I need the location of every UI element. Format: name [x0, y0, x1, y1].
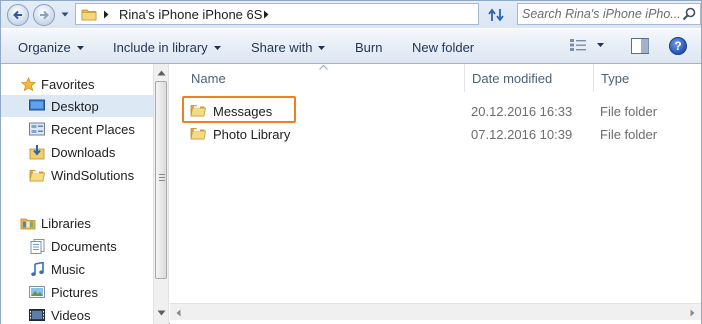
- sort-ascending-icon: [319, 65, 328, 70]
- command-bar: Organize Include in library Share with B…: [1, 28, 701, 64]
- nav-pane-scrollbar[interactable]: [153, 64, 169, 324]
- organize-button[interactable]: Organize: [18, 40, 84, 55]
- nav-item-documents[interactable]: Documents: [1, 235, 153, 257]
- back-arrow-icon: [13, 10, 22, 20]
- highlight-box: [182, 96, 296, 123]
- new-folder-button[interactable]: New folder: [412, 40, 474, 55]
- nav-item-label: Downloads: [51, 144, 116, 160]
- nav-item-music[interactable]: Music: [1, 258, 153, 280]
- column-header-label: Type: [601, 70, 630, 86]
- folder-icon: [29, 167, 45, 183]
- chevron-down-icon: [76, 45, 84, 50]
- documents-icon: [29, 238, 45, 254]
- folder-icon: [81, 7, 97, 21]
- explorer-window: Rina's iPhone iPhone 6S Search Rina's iP…: [0, 0, 702, 324]
- nav-item-pictures[interactable]: Pictures: [1, 281, 153, 303]
- file-list-horizontal-scrollbar[interactable]: [170, 303, 701, 320]
- refresh-icon: [488, 8, 504, 21]
- nav-item-label: WindSolutions: [51, 167, 135, 183]
- burn-button[interactable]: Burn: [355, 40, 382, 55]
- recent-places-icon: [29, 121, 45, 137]
- file-list-pane: Name Date modified Type Messages 20.12.2…: [170, 64, 701, 324]
- libraries-label: Libraries: [41, 215, 91, 231]
- include-in-library-label: Include in library: [113, 40, 208, 55]
- burn-label: Burn: [355, 40, 383, 55]
- scroll-left-icon[interactable]: [176, 309, 181, 317]
- column-header-name[interactable]: Name: [191, 64, 226, 92]
- include-in-library-button[interactable]: Include in library: [113, 40, 221, 55]
- downloads-icon: [29, 144, 45, 160]
- favorites-label: Favorites: [41, 76, 95, 92]
- scroll-down-icon[interactable]: [157, 310, 166, 316]
- libraries-icon: [20, 215, 36, 231]
- nav-item-recent-places[interactable]: Recent Places: [1, 118, 153, 140]
- recent-pages-dropdown-icon[interactable]: [59, 8, 71, 20]
- navigation-pane: Favorites Desktop Recent Places Download…: [1, 64, 153, 324]
- file-row-photo-library[interactable]: Photo Library 07.12.2016 10:39 File fold…: [170, 123, 701, 145]
- column-header-date-modified[interactable]: Date modified: [472, 64, 552, 92]
- search-icon[interactable]: [682, 7, 696, 21]
- chevron-right-icon[interactable]: [101, 9, 111, 20]
- desktop-icon: [29, 98, 45, 114]
- help-icon[interactable]: ?: [669, 37, 687, 55]
- change-view-button[interactable]: [569, 38, 604, 52]
- scroll-right-icon[interactable]: [690, 309, 695, 317]
- refresh-button[interactable]: [483, 4, 511, 25]
- organize-label: Organize: [18, 40, 71, 55]
- column-header-label: Date modified: [472, 70, 553, 86]
- back-button[interactable]: [7, 4, 29, 26]
- scrollbar-thumb[interactable]: [155, 81, 167, 279]
- scroll-up-icon[interactable]: [157, 70, 166, 76]
- nav-item-windsolutions[interactable]: WindSolutions: [1, 164, 153, 186]
- nav-item-label: Pictures: [51, 284, 98, 300]
- videos-icon: [29, 307, 45, 323]
- file-type: File folder: [600, 104, 658, 119]
- column-header-type[interactable]: Type: [601, 64, 629, 92]
- file-date-modified: 07.12.2016 10:39: [471, 127, 573, 142]
- nav-item-desktop[interactable]: Desktop: [1, 95, 153, 117]
- file-type: File folder: [600, 127, 658, 142]
- search-box[interactable]: [517, 3, 701, 25]
- nav-item-label: Videos: [51, 307, 91, 323]
- nav-item-label: Documents: [51, 238, 117, 254]
- grip-icon: [159, 174, 165, 181]
- nav-item-label: Desktop: [51, 98, 99, 114]
- nav-item-label: Recent Places: [51, 121, 135, 137]
- nav-item-label: Music: [51, 261, 85, 277]
- forward-button[interactable]: [33, 4, 55, 26]
- column-header-label: Name: [191, 70, 226, 86]
- folder-icon: [190, 126, 206, 140]
- new-folder-label: New folder: [412, 40, 475, 55]
- breadcrumb[interactable]: Rina's iPhone iPhone 6S: [119, 7, 262, 22]
- file-name: Photo Library: [213, 127, 291, 142]
- address-box[interactable]: Rina's iPhone iPhone 6S: [75, 3, 551, 25]
- column-divider[interactable]: [593, 64, 594, 92]
- file-date-modified: 20.12.2016 16:33: [471, 104, 573, 119]
- star-icon: [20, 76, 36, 92]
- address-bar-row: Rina's iPhone iPhone 6S: [1, 1, 701, 28]
- chevron-right-icon[interactable]: [261, 9, 271, 20]
- column-divider[interactable]: [464, 64, 465, 92]
- nav-libraries-header[interactable]: Libraries: [1, 212, 153, 234]
- chevron-down-icon: [318, 45, 326, 50]
- nav-favorites-header[interactable]: Favorites: [1, 73, 153, 95]
- search-input[interactable]: [522, 6, 680, 22]
- preview-pane-icon[interactable]: [631, 38, 649, 54]
- share-with-label: Share with: [251, 40, 313, 55]
- pictures-icon: [29, 284, 45, 300]
- chevron-down-icon: [213, 45, 221, 50]
- music-icon: [29, 261, 45, 277]
- chevron-down-icon[interactable]: [597, 43, 604, 47]
- nav-item-videos[interactable]: Videos: [1, 304, 153, 324]
- forward-arrow-icon: [40, 10, 49, 20]
- nav-item-downloads[interactable]: Downloads: [1, 141, 153, 163]
- details-view-icon: [570, 39, 586, 51]
- share-with-button[interactable]: Share with: [251, 40, 326, 55]
